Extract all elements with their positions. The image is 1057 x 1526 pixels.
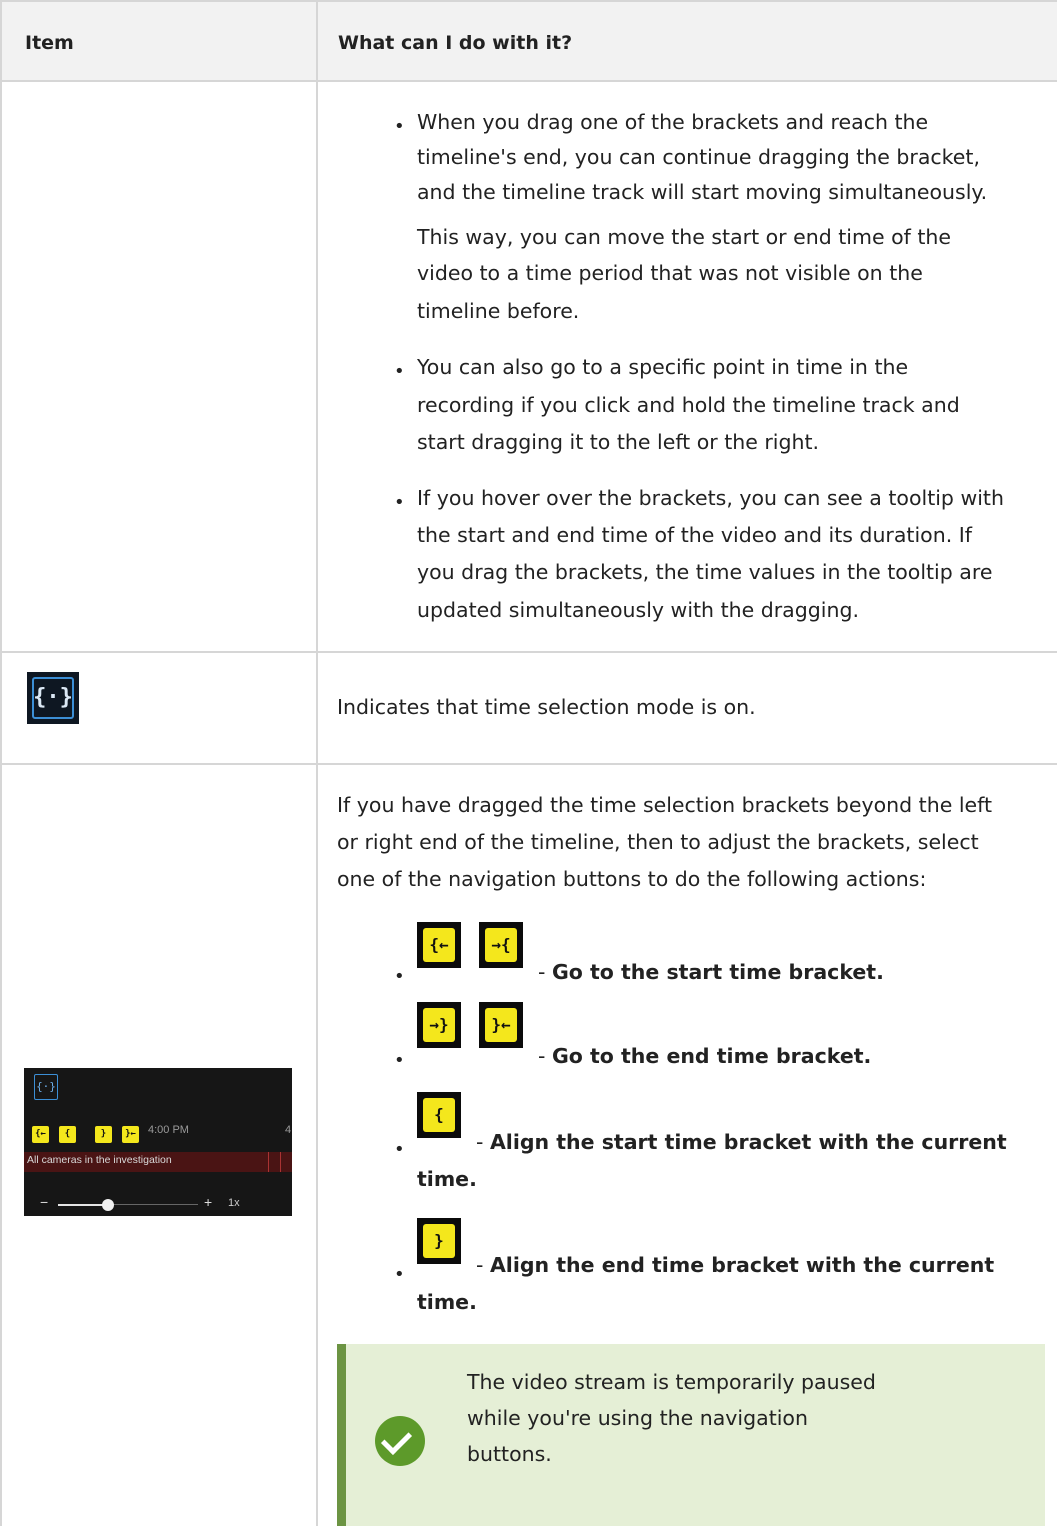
bullet-dot: • bbox=[394, 1139, 405, 1160]
align-end-bracket-icon: } bbox=[95, 1126, 112, 1143]
action-text: - Go to the start time bracket. bbox=[538, 955, 884, 990]
paragraph-line: When you drag one of the brackets and re… bbox=[417, 110, 929, 134]
paragraph-line: recording if you click and hold the time… bbox=[417, 393, 960, 417]
paragraph-line: you drag the brackets, the time values i… bbox=[417, 560, 993, 584]
speed-label: 1x bbox=[228, 1197, 240, 1209]
checkmark-icon bbox=[375, 1416, 425, 1466]
action-label: Go to the start time bracket. bbox=[551, 960, 884, 984]
intro-line: If you have dragged the time selection b… bbox=[337, 793, 993, 817]
intro-line: or right end of the timeline, then to ad… bbox=[337, 830, 979, 854]
go-to-end-bracket-icon: }← bbox=[122, 1126, 139, 1143]
action-label: Align the start time bracket with the cu… bbox=[489, 1130, 1007, 1154]
go-to-start-bracket-alt-icon: →{ bbox=[479, 922, 523, 968]
tip-line: buttons. bbox=[467, 1442, 552, 1466]
align-end-bracket-icon: } bbox=[417, 1218, 461, 1264]
action-text: - Align the start time bracket with the … bbox=[476, 1125, 1007, 1160]
timeline-edge-label: 4 bbox=[285, 1124, 292, 1136]
row-divider bbox=[0, 80, 1057, 82]
paragraph-line: updated simultaneously with the dragging… bbox=[417, 598, 859, 622]
timeline-track-label: All cameras in the investigation bbox=[27, 1154, 172, 1166]
action-dash: - bbox=[538, 960, 546, 984]
bullet-dot: • bbox=[394, 1264, 405, 1285]
time-selection-icon: {·} bbox=[34, 1074, 58, 1100]
row-divider bbox=[0, 763, 1057, 765]
track-marker bbox=[268, 1152, 269, 1172]
action-label: Align the end time bracket with the curr… bbox=[489, 1253, 995, 1277]
paragraph-line: timeline before. bbox=[417, 299, 580, 323]
track-marker bbox=[280, 1152, 281, 1172]
action-text: - Align the end time bracket with the cu… bbox=[476, 1248, 994, 1283]
paragraph-line: You can also go to a specific point in t… bbox=[417, 355, 909, 379]
table-header: Item What can I do with it? bbox=[2, 2, 1057, 80]
bullet-dot: • bbox=[394, 1050, 405, 1071]
go-to-end-bracket-alt-icon: }← bbox=[479, 1002, 523, 1048]
action-text: - Go to the end time bracket. bbox=[538, 1039, 871, 1074]
table-top-border bbox=[0, 0, 1057, 2]
bullet-dot: • bbox=[394, 492, 405, 513]
action-label-cont: time. bbox=[417, 1290, 477, 1314]
header-item: Item bbox=[25, 32, 74, 54]
paragraph-line: video to a time period that was not visi… bbox=[417, 261, 923, 285]
row-divider bbox=[0, 651, 1057, 653]
action-dash: - bbox=[538, 1044, 546, 1068]
paragraph-line: start dragging it to the left or the rig… bbox=[417, 430, 820, 454]
paragraph-line: and the timeline track will start moving… bbox=[417, 180, 988, 204]
bullet-dot: • bbox=[394, 116, 405, 137]
tip-line: while you're using the navigation bbox=[467, 1406, 808, 1430]
align-start-bracket-icon: { bbox=[417, 1092, 461, 1138]
zoom-in-label: + bbox=[204, 1194, 213, 1210]
paragraph-line: If you hover over the brackets, you can … bbox=[417, 486, 1004, 510]
timeline-screenshot: {·} {← { } }← 4:00 PM 4 All cameras in t… bbox=[24, 1068, 292, 1216]
header-question: What can I do with it? bbox=[338, 32, 573, 54]
tip-line: The video stream is temporarily paused bbox=[467, 1370, 876, 1394]
bullet-dot: • bbox=[394, 361, 405, 382]
timeline-time-label: 4:00 PM bbox=[148, 1124, 189, 1136]
action-label-cont: time. bbox=[417, 1167, 477, 1191]
help-table: Item What can I do with it? • When you d… bbox=[0, 0, 1057, 1526]
tip-stripe bbox=[337, 1344, 346, 1526]
intro-line: one of the navigation buttons to do the … bbox=[337, 867, 927, 891]
speed-slider-knob bbox=[102, 1199, 114, 1211]
action-dash: - bbox=[476, 1253, 484, 1277]
zoom-out-label: − bbox=[40, 1194, 49, 1210]
speed-slider-track bbox=[108, 1204, 198, 1205]
row-description: Indicates that time selection mode is on… bbox=[337, 695, 756, 719]
action-label: Go to the end time bracket. bbox=[551, 1044, 872, 1068]
time-selection-mode-icon: {·} bbox=[27, 672, 79, 724]
selection-glyph: {·} bbox=[33, 685, 73, 710]
speed-slider-filled bbox=[58, 1204, 108, 1206]
paragraph-line: timeline's end, you can continue draggin… bbox=[417, 145, 980, 169]
tip-box: The video stream is temporarily paused w… bbox=[337, 1344, 1045, 1526]
paragraph-line: the start and end time of the video and … bbox=[417, 523, 972, 547]
align-start-bracket-icon: { bbox=[59, 1126, 76, 1143]
column-divider bbox=[316, 0, 318, 1526]
go-to-end-bracket-icon: →} bbox=[417, 1002, 461, 1048]
paragraph-line: This way, you can move the start or end … bbox=[417, 225, 951, 249]
bullet-dot: • bbox=[394, 966, 405, 987]
go-to-start-bracket-icon: {← bbox=[417, 922, 461, 968]
go-to-start-bracket-icon: {← bbox=[32, 1126, 49, 1143]
action-dash: - bbox=[476, 1130, 484, 1154]
